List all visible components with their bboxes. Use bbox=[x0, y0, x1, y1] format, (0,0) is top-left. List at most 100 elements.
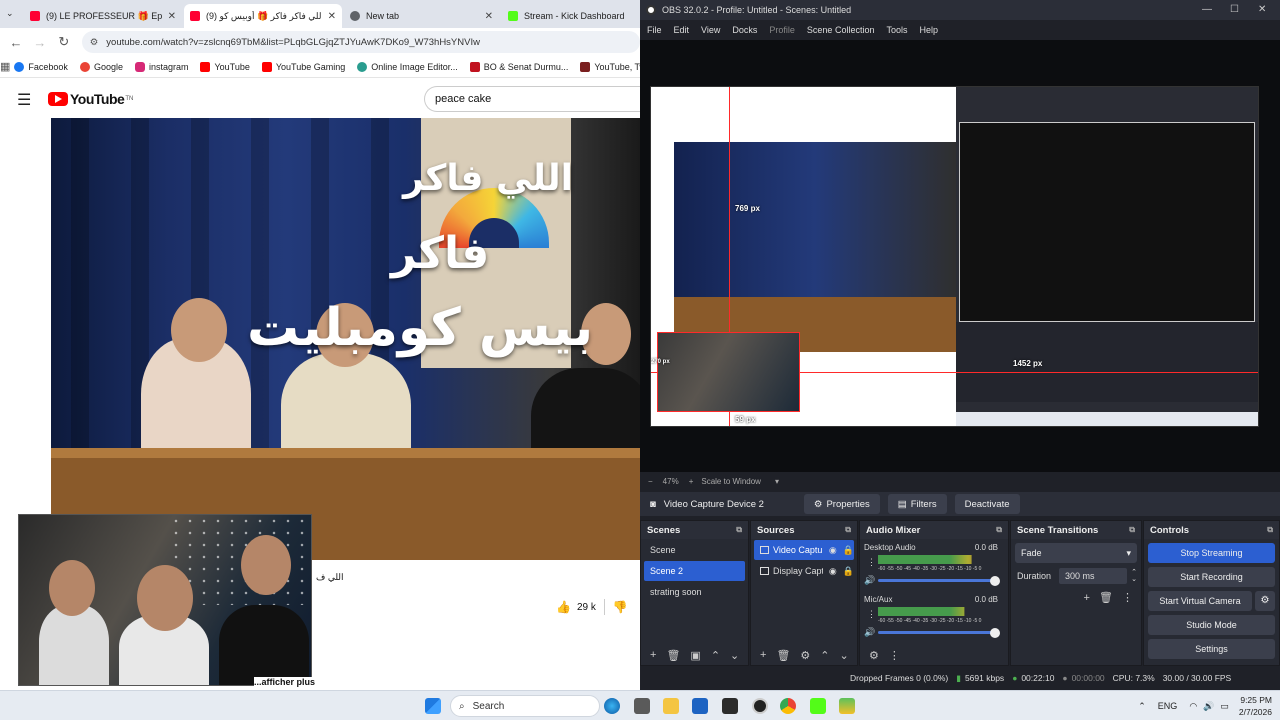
add-transition-icon[interactable]: + bbox=[1083, 592, 1089, 604]
mixer-menu-icon[interactable]: ⋮ bbox=[889, 649, 900, 662]
undock-icon[interactable]: ⧉ bbox=[1129, 525, 1135, 535]
settings-button[interactable]: Settings bbox=[1148, 639, 1275, 659]
close-tab-icon[interactable]: ✕ bbox=[328, 11, 336, 22]
trash-icon[interactable]: 🗑 bbox=[776, 649, 790, 662]
channel-name[interactable]: اللي ف bbox=[316, 572, 344, 583]
bookmark-bo-senat[interactable]: BO & Senat Durmu... bbox=[469, 61, 568, 72]
chevron-up-icon[interactable]: ⌃ bbox=[1138, 701, 1146, 712]
tab-new-tab[interactable]: New tab ✕ bbox=[344, 4, 499, 28]
menu-file[interactable]: File bbox=[647, 25, 662, 35]
add-scene-icon[interactable]: + bbox=[650, 649, 656, 661]
menu-docks[interactable]: Docks bbox=[732, 25, 757, 35]
app-taskbar-icon[interactable] bbox=[839, 698, 855, 714]
trash-icon[interactable]: 🗑 bbox=[666, 649, 680, 662]
advanced-audio-icon[interactable]: ⚙ bbox=[869, 649, 879, 662]
scene-preview[interactable]: 769 px 1452 px 59 px 270 px bbox=[650, 86, 1259, 427]
obs-taskbar-icon[interactable] bbox=[752, 698, 768, 714]
language-indicator[interactable]: ENG bbox=[1158, 701, 1178, 711]
eye-icon[interactable]: ◉ bbox=[829, 566, 837, 577]
address-bar[interactable]: ⚙ youtube.com/watch?v=zslcnq69TbM&list=P… bbox=[81, 31, 640, 53]
youtube-search-input[interactable]: peace cake bbox=[424, 86, 640, 112]
menu-scene-collection[interactable]: Scene Collection bbox=[807, 25, 875, 35]
chrome-taskbar-icon[interactable] bbox=[780, 698, 796, 714]
windows-start-icon[interactable] bbox=[425, 698, 441, 714]
menu-profile[interactable]: Profile bbox=[769, 25, 795, 35]
terminal-icon[interactable] bbox=[722, 698, 738, 714]
stop-streaming-button[interactable]: Stop Streaming bbox=[1148, 543, 1275, 563]
speaker-icon[interactable]: 🔊 bbox=[864, 575, 875, 586]
undock-icon[interactable]: ⧉ bbox=[736, 525, 742, 535]
clock[interactable]: 9:25 PM 2/7/2026 bbox=[1239, 694, 1272, 718]
move-up-icon[interactable]: ⌃ bbox=[820, 649, 829, 662]
source-item[interactable]: Display Capture ◉ 🔒 bbox=[754, 561, 854, 581]
eye-icon[interactable]: ◉ bbox=[829, 545, 837, 556]
back-icon[interactable]: ← bbox=[4, 35, 28, 50]
add-source-icon[interactable]: + bbox=[760, 649, 766, 661]
edge-icon[interactable] bbox=[604, 698, 620, 714]
channel-menu-icon[interactable]: ⋮ bbox=[867, 609, 876, 620]
scene-item-selected[interactable]: Scene 2 bbox=[644, 561, 745, 581]
apps-grid-icon[interactable]: ▦ bbox=[0, 60, 10, 73]
start-recording-button[interactable]: Start Recording bbox=[1148, 567, 1275, 587]
zoom-in-icon[interactable]: + bbox=[689, 477, 694, 486]
chevron-down-icon[interactable]: ▾ bbox=[775, 477, 779, 486]
properties-button[interactable]: ⚙ Properties bbox=[803, 494, 880, 514]
zoom-out-icon[interactable]: − bbox=[648, 477, 653, 486]
selected-source-bounding-box[interactable] bbox=[657, 332, 800, 412]
taskbar-search[interactable]: ⌕ Search bbox=[450, 695, 600, 717]
task-view-icon[interactable] bbox=[634, 698, 650, 714]
volume-slider[interactable] bbox=[878, 579, 998, 582]
bookmark-facebook[interactable]: Facebook bbox=[14, 61, 68, 72]
file-explorer-icon[interactable] bbox=[663, 698, 679, 714]
move-up-icon[interactable]: ⌃ bbox=[711, 649, 720, 662]
volume-icon[interactable]: 🔊 bbox=[1203, 701, 1214, 712]
like-dislike-button[interactable]: 👍 29 k 👎 bbox=[556, 595, 634, 619]
bookmark-youtube-gaming[interactable]: YouTube Gaming bbox=[261, 61, 345, 72]
forward-icon[interactable]: → bbox=[28, 35, 52, 50]
tab-current-video[interactable]: (9) اللي فاكر فاكر 🎁 أوبيس كو ✕ bbox=[184, 4, 342, 28]
lock-icon[interactable]: 🔒 bbox=[843, 566, 854, 577]
bookmark-image-editor[interactable]: Online Image Editor... bbox=[357, 61, 458, 72]
close-tab-icon[interactable]: ✕ bbox=[168, 11, 176, 22]
close-window-icon[interactable]: ✕ bbox=[1258, 4, 1266, 15]
tab-search-icon[interactable]: ⌄ bbox=[6, 8, 14, 19]
trash-icon[interactable]: 🗑 bbox=[1099, 592, 1113, 604]
virtual-camera-settings-gear-icon[interactable]: ⚙ bbox=[1255, 591, 1275, 611]
menu-tools[interactable]: Tools bbox=[886, 25, 907, 35]
move-down-icon[interactable]: ⌄ bbox=[730, 649, 739, 662]
bookmark-google[interactable]: Google bbox=[79, 61, 123, 72]
bookmark-youtube-twitch[interactable]: YouTube, Twitch, Tw... bbox=[580, 61, 640, 72]
undock-icon[interactable]: ⧉ bbox=[845, 525, 851, 535]
thumbs-down-icon[interactable]: 👎 bbox=[613, 600, 628, 614]
kick-taskbar-icon[interactable] bbox=[810, 698, 826, 714]
tab-le-professeur[interactable]: (9) LE PROFESSEUR 🎁 Ep 03 ✕ bbox=[24, 4, 182, 28]
transition-select[interactable]: Fade ▾ bbox=[1015, 543, 1137, 563]
undock-icon[interactable]: ⧉ bbox=[996, 525, 1002, 535]
wifi-icon[interactable]: ◠ bbox=[1189, 701, 1197, 712]
show-more-link[interactable]: ...afficher plus bbox=[254, 677, 316, 687]
lock-icon[interactable]: 🔒 bbox=[843, 545, 854, 556]
maximize-icon[interactable]: ☐ bbox=[1230, 4, 1239, 15]
start-virtual-camera-button[interactable]: Start Virtual Camera bbox=[1148, 591, 1252, 611]
move-down-icon[interactable]: ⌄ bbox=[840, 649, 849, 662]
scale-to-window-select[interactable]: Scale to Window bbox=[701, 477, 761, 486]
channel-menu-icon[interactable]: ⋮ bbox=[867, 557, 876, 568]
filters-icon[interactable]: ▣ bbox=[690, 649, 700, 662]
menu-edit[interactable]: Edit bbox=[674, 25, 690, 35]
close-tab-icon[interactable]: ✕ bbox=[485, 11, 493, 22]
scene-item[interactable]: strating soon bbox=[644, 582, 745, 602]
volume-slider-knob[interactable] bbox=[990, 576, 1000, 586]
video-player[interactable]: اللي فاكر فاكر بيس كومبليت bbox=[51, 118, 640, 560]
volume-slider[interactable] bbox=[878, 631, 998, 634]
store-icon[interactable] bbox=[692, 698, 708, 714]
source-settings-gear-icon[interactable]: ⚙ bbox=[800, 649, 810, 662]
filters-button[interactable]: ▤ Filters bbox=[887, 494, 947, 514]
transition-menu-icon[interactable]: ⋮ bbox=[1122, 592, 1133, 604]
hamburger-menu-icon[interactable]: ☰ bbox=[17, 90, 31, 110]
battery-icon[interactable]: ▭ bbox=[1220, 701, 1229, 712]
source-item-selected[interactable]: Video Capture Device 2 ◉ 🔒 bbox=[754, 540, 854, 560]
duration-input[interactable]: 300 ms bbox=[1059, 568, 1128, 584]
tab-kick-dashboard[interactable]: Stream - Kick Dashboard bbox=[502, 4, 640, 28]
reload-icon[interactable]: ↻ bbox=[52, 34, 76, 50]
bookmark-instagram[interactable]: instagram bbox=[134, 61, 188, 72]
